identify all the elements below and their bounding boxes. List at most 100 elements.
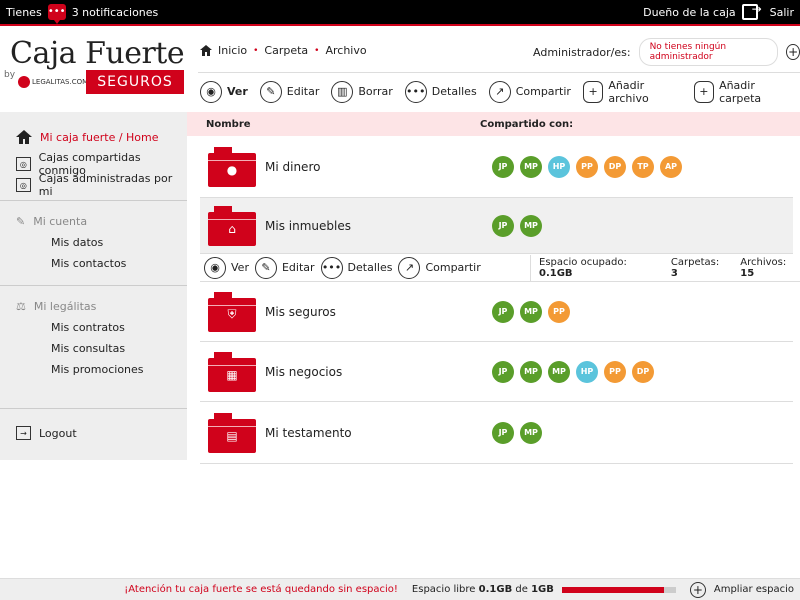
ver-button[interactable]: ◉ Ver xyxy=(200,80,248,103)
add-admin-icon[interactable]: + xyxy=(786,44,800,60)
safe-icon: ◎ xyxy=(16,157,31,171)
col-shared: Compartido con: xyxy=(480,118,574,130)
shared-avatars: JP MP MP HP PP DP xyxy=(492,360,654,383)
status-bar: ¡Atención tu caja fuerte se está quedand… xyxy=(0,578,800,600)
avatar[interactable]: AP xyxy=(660,155,682,178)
breadcrumb-carpeta[interactable]: Carpeta xyxy=(264,44,308,57)
sidebar-item-promociones[interactable]: Mis promociones xyxy=(51,363,144,376)
avatar[interactable]: MP xyxy=(520,300,542,323)
avatar[interactable]: JP xyxy=(492,360,514,383)
folder-name[interactable]: Mi dinero xyxy=(265,160,320,174)
avatar[interactable]: PP xyxy=(604,360,626,383)
home-icon[interactable] xyxy=(200,45,212,56)
row-compartir-button[interactable]: ↗ Compartir xyxy=(398,256,481,279)
sidebar-item-contratos[interactable]: Mis contratos xyxy=(51,321,125,334)
avatar[interactable]: MP xyxy=(520,214,542,237)
plus-circle-icon[interactable]: + xyxy=(689,581,706,598)
avatar[interactable]: JP xyxy=(492,214,514,237)
table-row[interactable]: ⛨ Mis seguros JP MP PP xyxy=(200,282,793,342)
row-actions-bar: ◉ Ver ✎ Editar ••• Detalles ↗ Compartir … xyxy=(200,254,800,282)
col-name: Nombre xyxy=(206,118,251,130)
sidebar-item-datos[interactable]: Mis datos xyxy=(51,236,103,249)
divider xyxy=(0,408,187,409)
row-editar-button[interactable]: ✎ Editar xyxy=(254,256,315,279)
dots-icon: ••• xyxy=(404,80,427,103)
folder-name[interactable]: Mi testamento xyxy=(265,426,352,440)
document-icon: ▤ xyxy=(226,428,238,443)
add-file-button[interactable]: + Añadir archivo xyxy=(582,79,682,105)
sidebar-item-managed[interactable]: ◎ Cajas administradas por mi xyxy=(16,172,187,198)
avatar[interactable]: MP xyxy=(548,360,570,383)
sidebar-heading-account: ✎ Mi cuenta xyxy=(16,215,88,228)
table-row[interactable]: ▤ Mi testamento JP MP xyxy=(200,402,793,464)
space-progress-bar xyxy=(561,586,676,593)
avatar[interactable]: TP xyxy=(632,155,654,178)
owner-link[interactable]: Dueño de la caja xyxy=(643,6,736,19)
breadcrumb-archivo[interactable]: Archivo xyxy=(325,44,366,57)
avatar[interactable]: HP xyxy=(548,155,570,178)
avatar[interactable]: JP xyxy=(492,421,514,444)
admin-label: Administrador/es: xyxy=(533,45,631,59)
avatar[interactable]: HP xyxy=(576,360,598,383)
sidebar-heading-legalitas: ⚖ Mi legálitas xyxy=(16,300,97,313)
folder-stats: Espacio ocupado: 0.1GB Carpetas: 3 Archi… xyxy=(530,254,800,281)
dots-icon: ••• xyxy=(320,256,343,279)
logo-by: by xyxy=(4,70,16,80)
table-row[interactable]: ● Mi dinero JP MP HP PP DP TP AP xyxy=(200,136,793,198)
folder-name[interactable]: Mis inmuebles xyxy=(265,219,351,233)
folder-plus-icon: + xyxy=(693,80,715,103)
notifications-prefix: Tienes xyxy=(6,5,42,19)
avatar[interactable]: MP xyxy=(520,360,542,383)
row-ver-button[interactable]: ◉ Ver xyxy=(204,256,249,279)
sidebar: Mi caja fuerte / Home ◎ Cajas compartida… xyxy=(0,112,187,460)
avatar[interactable]: JP xyxy=(492,300,514,323)
avatar[interactable]: PP xyxy=(576,155,598,178)
folder-name[interactable]: Mis negocios xyxy=(265,365,342,379)
logo[interactable]: Caja Fuerte by LEGALITAS.COM SEGUROS xyxy=(4,36,186,96)
exit-icon[interactable] xyxy=(741,2,762,20)
free-space: Espacio libre 0.1GB de 1GB xyxy=(411,584,554,595)
divider xyxy=(0,200,187,201)
scales-icon: ⚖ xyxy=(16,300,26,313)
breadcrumb-inicio[interactable]: Inicio xyxy=(218,44,247,57)
add-folder-button[interactable]: + Añadir carpeta xyxy=(693,79,794,105)
expand-space-button[interactable]: Ampliar espacio xyxy=(714,584,794,595)
avatar[interactable]: JP xyxy=(492,155,514,178)
folder-name[interactable]: Mis seguros xyxy=(265,305,336,319)
sidebar-item-consultas[interactable]: Mis consultas xyxy=(51,342,125,355)
sidebar-item-contactos[interactable]: Mis contactos xyxy=(51,257,126,270)
shared-avatars: JP MP xyxy=(492,214,542,237)
notifications[interactable]: Tienes ••• 3 notificaciones xyxy=(6,4,159,24)
sidebar-item-home[interactable]: Mi caja fuerte / Home xyxy=(16,130,159,144)
eye-icon: ◉ xyxy=(200,80,222,103)
avatar[interactable]: DP xyxy=(632,360,654,383)
shared-avatars: JP MP PP xyxy=(492,300,570,323)
shared-avatars: JP MP xyxy=(492,421,542,444)
share-arrow-icon: ↗ xyxy=(488,80,511,103)
trash-icon: ▥ xyxy=(331,80,354,103)
avatar[interactable]: MP xyxy=(520,155,542,178)
folder-icon: ▤ xyxy=(208,412,256,453)
borrar-button[interactable]: ▥ Borrar xyxy=(331,80,393,103)
pencil-icon: ✎ xyxy=(254,256,277,279)
notifications-count[interactable]: 3 notificaciones xyxy=(72,6,159,19)
table-row[interactable]: ▦ Mis negocios JP MP MP HP PP DP xyxy=(200,342,793,402)
folder-icon: ● xyxy=(208,146,256,187)
avatar[interactable]: MP xyxy=(520,421,542,444)
row-detalles-button[interactable]: ••• Detalles xyxy=(320,256,392,279)
legalitas-logo: LEGALITAS.COM xyxy=(18,76,88,88)
compartir-button[interactable]: ↗ Compartir xyxy=(488,80,571,103)
logo-seguros: SEGUROS xyxy=(86,70,184,94)
avatar[interactable]: PP xyxy=(548,300,570,323)
pencil-icon: ✎ xyxy=(16,215,26,228)
chart-icon: ▦ xyxy=(226,367,238,382)
detalles-button[interactable]: ••• Detalles xyxy=(404,80,477,103)
avatar[interactable]: DP xyxy=(604,155,626,178)
space-warning: ¡Atención tu caja fuerte se está quedand… xyxy=(124,584,398,595)
table-row[interactable]: ⌂ Mis inmuebles JP MP xyxy=(200,198,793,254)
exit-button[interactable]: Salir xyxy=(770,6,794,19)
sidebar-item-logout[interactable]: → Logout xyxy=(16,426,77,440)
admin-section: Administrador/es: No tienes ningún admin… xyxy=(533,38,800,66)
editar-button[interactable]: ✎ Editar xyxy=(259,80,319,103)
folder-icon: ⛨ xyxy=(208,291,256,332)
